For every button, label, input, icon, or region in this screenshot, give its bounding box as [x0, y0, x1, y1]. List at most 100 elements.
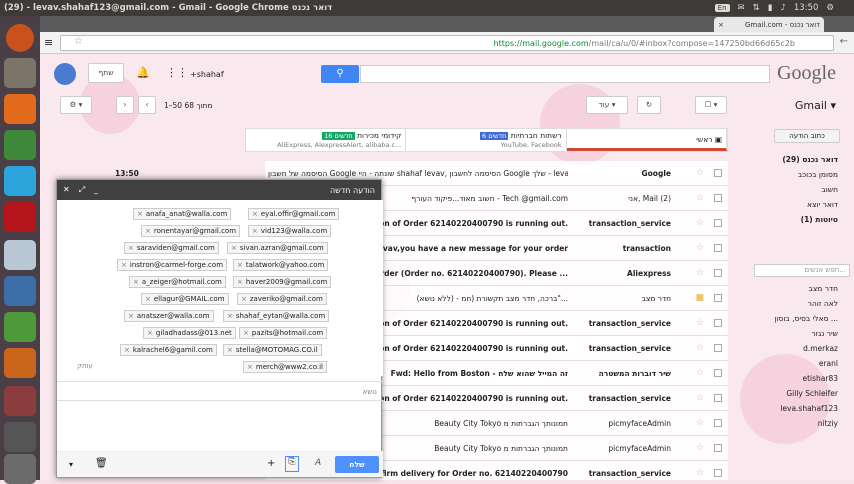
chat-contact[interactable]: d.merkaz — [754, 341, 854, 356]
row-checkbox[interactable] — [714, 219, 722, 227]
menu-icon[interactable]: ≡ — [44, 36, 53, 49]
drive-icon[interactable] — [4, 422, 36, 452]
star-icon[interactable]: ☆ — [696, 318, 704, 328]
star-icon[interactable]: ☆ — [696, 343, 704, 353]
star-icon[interactable]: ☆ — [696, 268, 704, 278]
back-icon[interactable]: ← — [840, 36, 848, 47]
search-input[interactable] — [360, 65, 770, 83]
star-icon[interactable]: ■ — [695, 293, 704, 303]
address-bar[interactable]: https://mail.google.com/mail/ca/u/0/#inb… — [60, 35, 834, 51]
firefox-icon[interactable] — [4, 94, 36, 124]
chat-search-input[interactable]: חפש אנשים... — [754, 264, 850, 277]
opera-icon[interactable] — [4, 202, 36, 232]
row-checkbox[interactable] — [714, 294, 722, 302]
remove-icon[interactable]: × — [243, 329, 249, 337]
recipients-field[interactable]: × eyal.offir@gmail.com × anafa_anat@walla.… — [57, 200, 383, 376]
settings-button[interactable]: ⚙ ▾ — [60, 96, 92, 114]
recipient-chip[interactable]: × vid123@walla.com — [248, 225, 332, 237]
apps-grid-icon[interactable]: ⋮⋮ — [166, 66, 188, 79]
cloud-icon[interactable] — [4, 240, 36, 270]
star-icon[interactable]: ☆ — [696, 218, 704, 228]
remove-icon[interactable]: × — [128, 244, 134, 252]
remove-icon[interactable]: × — [124, 346, 130, 354]
writer-icon[interactable] — [4, 276, 36, 306]
next-page-button[interactable]: › — [116, 96, 134, 114]
chrome-icon[interactable] — [4, 130, 36, 160]
select-all-checkbox[interactable]: ☐ ▾ — [695, 96, 727, 114]
close-icon[interactable]: × — [718, 21, 724, 29]
gmail-label[interactable]: Gmail ▾ — [795, 99, 836, 112]
recipient-chip[interactable]: × ellagur@GMAIL.com — [141, 293, 229, 305]
row-checkbox[interactable] — [714, 194, 722, 202]
compose-button[interactable]: כתוב הודעה — [774, 129, 840, 143]
recipient-chip[interactable]: × kalrachel6@gamil.com — [120, 344, 217, 356]
remove-icon[interactable]: × — [237, 278, 243, 286]
recipient-chip[interactable]: × ronentayar@gmail.com — [141, 225, 241, 237]
remove-icon[interactable]: × — [121, 261, 127, 269]
star-icon[interactable]: ☆ — [696, 243, 704, 253]
clock[interactable]: 13:50 — [794, 3, 819, 13]
recipient-chip[interactable]: × giladhadass@013.net — [143, 327, 236, 339]
remove-icon[interactable]: × — [227, 312, 233, 320]
chat-contact[interactable]: etishar83 — [754, 371, 854, 386]
subject-field[interactable]: נושא — [57, 381, 383, 401]
refresh-button[interactable]: ↻ — [637, 96, 661, 114]
remove-icon[interactable]: × — [137, 210, 143, 218]
remove-icon[interactable]: × — [247, 363, 253, 371]
more-button[interactable]: עוד ▾ — [586, 96, 628, 114]
remove-icon[interactable]: × — [237, 261, 243, 269]
row-checkbox[interactable] — [714, 369, 722, 377]
star-icon[interactable]: ☆ — [696, 418, 704, 428]
row-checkbox[interactable] — [714, 269, 722, 277]
search-button[interactable]: ⚲ — [321, 65, 359, 83]
minimize-icon[interactable]: _ — [94, 185, 98, 195]
star-icon[interactable]: ☆ — [696, 393, 704, 403]
row-checkbox[interactable] — [714, 419, 722, 427]
recipient-chip[interactable]: × shahaf_eytan@walla.com — [223, 310, 330, 322]
chat-contact[interactable]: חדר מצב — [754, 281, 854, 296]
row-checkbox[interactable] — [714, 169, 722, 177]
recipient-chip[interactable]: × pazits@hotmail.com — [239, 327, 328, 339]
more-options-icon[interactable]: ▾ — [69, 460, 73, 469]
network-icon[interactable]: ⇅ — [753, 3, 760, 13]
recipient-chip[interactable]: × a_zeiger@hotmail.com — [129, 276, 226, 288]
volume-icon[interactable]: ♪ — [780, 3, 785, 13]
sidebar-item-important[interactable]: חשוב — [754, 182, 854, 197]
recipient-chip[interactable]: × saraviden@gmail.com — [124, 242, 219, 254]
star-icon[interactable]: ☆ — [74, 36, 83, 47]
sidebar-item-starred[interactable]: מסומן בכוכב — [754, 167, 854, 182]
browser-tab[interactable]: × Gmail.com - דואר נכנס — [714, 17, 824, 32]
remove-icon[interactable]: × — [252, 210, 258, 218]
remove-icon[interactable]: × — [241, 295, 247, 303]
bell-icon[interactable]: 🔔 — [136, 66, 150, 79]
recipient-chip[interactable]: × sivan.azran@gmail.com — [227, 242, 328, 254]
sidebar-item-drafts[interactable]: טיוטות (1) — [754, 212, 854, 227]
prev-page-button[interactable]: ‹ — [138, 96, 156, 114]
chat-contact[interactable]: שיר נגזר — [754, 326, 854, 341]
tab-primary[interactable]: ראשי ▣ — [566, 129, 727, 151]
star-icon[interactable]: ☆ — [696, 443, 704, 453]
recipient-chip[interactable]: × stella@MOTOMAG.CO.il — [223, 344, 322, 356]
remove-icon[interactable]: × — [128, 312, 134, 320]
star-icon[interactable]: ☆ — [696, 468, 704, 478]
formatting-icon[interactable]: A — [315, 458, 321, 468]
row-checkbox[interactable] — [714, 394, 722, 402]
attach-icon[interactable]: ⎘ — [285, 456, 299, 472]
remove-icon[interactable]: × — [252, 227, 258, 235]
row-checkbox[interactable] — [714, 319, 722, 327]
avatar[interactable] — [54, 63, 76, 85]
recipient-chip[interactable]: × eyal.offir@gmail.com — [248, 208, 340, 220]
close-icon[interactable]: ✕ — [63, 185, 70, 195]
row-checkbox[interactable] — [714, 344, 722, 352]
share-button[interactable]: שתף — [88, 63, 124, 83]
compose-header[interactable]: ✕ ⤢ _ הודעה חדשה — [57, 180, 381, 200]
sidebar-item-sent[interactable]: דואר יוצא — [754, 197, 854, 212]
recipient-chip[interactable]: × anafa_anat@walla.com — [133, 208, 232, 220]
trash-icon[interactable]: 🗑 — [95, 458, 108, 469]
ubuntu-icon[interactable] — [6, 24, 34, 52]
gear-icon[interactable]: ⚙ — [826, 3, 834, 13]
software-center-icon[interactable] — [4, 386, 36, 416]
remove-icon[interactable]: × — [231, 244, 237, 252]
keyboard-language-indicator[interactable]: En — [714, 4, 730, 12]
tab-promotions[interactable]: 16 חדשים קידומי מכירות AliExpress, Alexp… — [246, 129, 407, 151]
